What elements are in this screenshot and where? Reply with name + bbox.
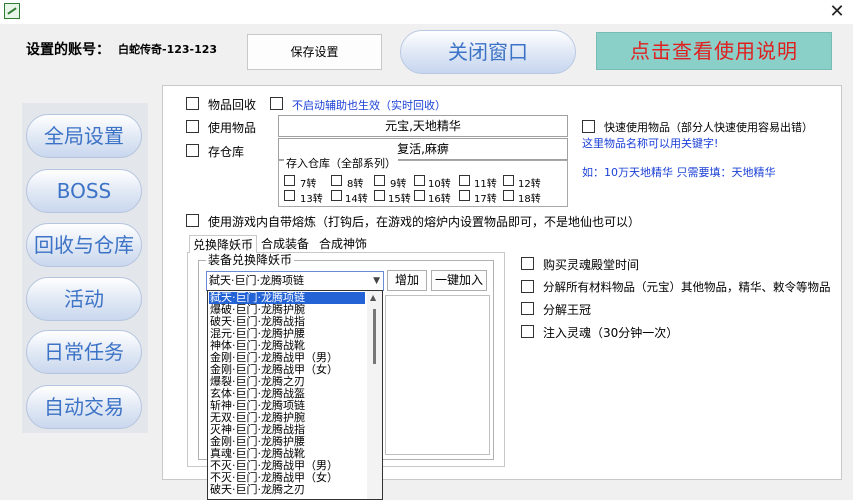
- turn-17-label: 17转: [474, 194, 497, 205]
- turn-7-label: 7转: [300, 179, 317, 190]
- example-note: 如：10万天地精华 只需要填：天地精华: [582, 166, 776, 179]
- turn-11-label: 11转: [474, 179, 497, 190]
- keyword-note: 这里物品名称可以用关键字!: [582, 137, 719, 150]
- title-bar: ✕: [0, 0, 853, 24]
- turn-18-label: 18转: [518, 194, 541, 205]
- item-recycle-label: 物品回收: [208, 98, 257, 112]
- equipment-select-value: 弑天·巨门·龙腾项链: [209, 274, 304, 287]
- exchange-list[interactable]: [385, 295, 490, 455]
- turn-8-checkbox[interactable]: [331, 175, 342, 186]
- nav-auto-trade[interactable]: 自动交易: [26, 385, 142, 429]
- furnace-label: 使用游戏内自带熔炼（打钩后，在游戏的熔炉内设置物品即可，不是地仙也可以）: [208, 215, 641, 229]
- exchange-group-title: 装备兑换降妖币: [206, 253, 295, 267]
- add-button[interactable]: 增加: [387, 270, 427, 291]
- turn-15-label: 15转: [388, 194, 411, 205]
- turn-13-checkbox[interactable]: [284, 190, 295, 201]
- use-items-label: 使用物品: [208, 121, 257, 135]
- nav-daily-tasks[interactable]: 日常任务: [26, 330, 142, 374]
- turn-18-checkbox[interactable]: [503, 190, 514, 201]
- storage-checkbox[interactable]: [186, 144, 199, 157]
- dropdown-scrollbar[interactable]: ▲: [367, 291, 382, 499]
- dropdown-item[interactable]: 破天·巨门·龙腾之刃: [210, 484, 305, 496]
- turn-15-checkbox[interactable]: [374, 190, 385, 201]
- storage-label: 存仓库: [208, 145, 245, 159]
- furnace-checkbox[interactable]: [186, 214, 199, 227]
- decompose-crown-checkbox[interactable]: [521, 302, 534, 315]
- close-icon[interactable]: ✕: [827, 2, 847, 22]
- turn-9-label: 9转: [390, 179, 407, 190]
- account-label: 设置的账号：: [26, 42, 110, 58]
- turn-9-checkbox[interactable]: [374, 175, 385, 186]
- turn-12-checkbox[interactable]: [503, 175, 514, 186]
- app-icon: [4, 3, 20, 19]
- turn-14-checkbox[interactable]: [331, 190, 342, 201]
- store-group-title: 存入仓库（全部系列）: [284, 157, 398, 170]
- tab-compose-equipment[interactable]: 合成装备: [258, 235, 312, 253]
- turn-10-checkbox[interactable]: [414, 175, 425, 186]
- no-assist-note: 不启动辅助也生效（实时回收）: [292, 99, 446, 112]
- chevron-down-icon[interactable]: ▼: [373, 272, 380, 290]
- no-assist-checkbox[interactable]: [270, 97, 283, 110]
- turn-7-checkbox[interactable]: [284, 175, 295, 186]
- equipment-select[interactable]: 弑天·巨门·龙腾项链 ▼: [206, 271, 384, 291]
- use-items-field[interactable]: 元宝,天地精华: [278, 115, 568, 137]
- scrollbar-thumb[interactable]: [373, 309, 376, 364]
- scroll-up-icon[interactable]: ▲: [370, 293, 376, 302]
- turn-17-checkbox[interactable]: [459, 190, 470, 201]
- save-settings-button[interactable]: 保存设置: [247, 34, 382, 70]
- nav-global-settings[interactable]: 全局设置: [26, 114, 142, 158]
- turn-8-label: 8转: [347, 179, 364, 190]
- add-all-button[interactable]: 一键加入: [431, 270, 487, 291]
- turn-10-label: 10转: [428, 179, 451, 190]
- buy-soul-label: 购买灵魂殿堂时间: [543, 258, 640, 272]
- tab-compose-ornament[interactable]: 合成神饰: [316, 235, 370, 253]
- turn-16-checkbox[interactable]: [414, 190, 425, 201]
- nav-recycle-storage[interactable]: 回收与仓库: [26, 223, 142, 267]
- item-recycle-checkbox[interactable]: [186, 97, 199, 110]
- help-button[interactable]: 点击查看使用说明: [596, 32, 832, 70]
- turn-12-label: 12转: [518, 179, 541, 190]
- turn-11-checkbox[interactable]: [459, 175, 470, 186]
- fast-use-checkbox[interactable]: [582, 120, 595, 133]
- turn-14-label: 14转: [345, 194, 368, 205]
- tab-exchange-coin[interactable]: 兑换降妖币: [189, 235, 258, 253]
- fast-use-label: 快速使用物品（部分人快速使用容易出错）: [604, 121, 813, 134]
- decompose-crown-label: 分解王冠: [543, 303, 592, 317]
- buy-soul-checkbox[interactable]: [521, 257, 534, 270]
- account-value: 白蛇传奇-123-123: [118, 43, 218, 56]
- inject-soul-label: 注入灵魂（30分钟一次）: [543, 326, 679, 340]
- decompose-all-label: 分解所有材料物品（元宝）其他物品，精华、敕令等物品: [543, 280, 831, 294]
- decompose-all-checkbox[interactable]: [521, 280, 534, 293]
- turn-16-label: 16转: [428, 194, 451, 205]
- turn-13-label: 13转: [300, 194, 323, 205]
- inject-soul-checkbox[interactable]: [521, 325, 534, 338]
- equipment-dropdown[interactable]: 弑天·巨门·龙腾项链 爆破·巨门·龙腾护腕 破天·巨门·龙腾战指 混元·巨门·龙…: [207, 290, 383, 500]
- close-window-button[interactable]: 关闭窗口: [400, 30, 576, 74]
- use-items-checkbox[interactable]: [186, 120, 199, 133]
- nav-activities[interactable]: 活动: [26, 277, 142, 321]
- nav-boss[interactable]: BOSS: [26, 169, 142, 213]
